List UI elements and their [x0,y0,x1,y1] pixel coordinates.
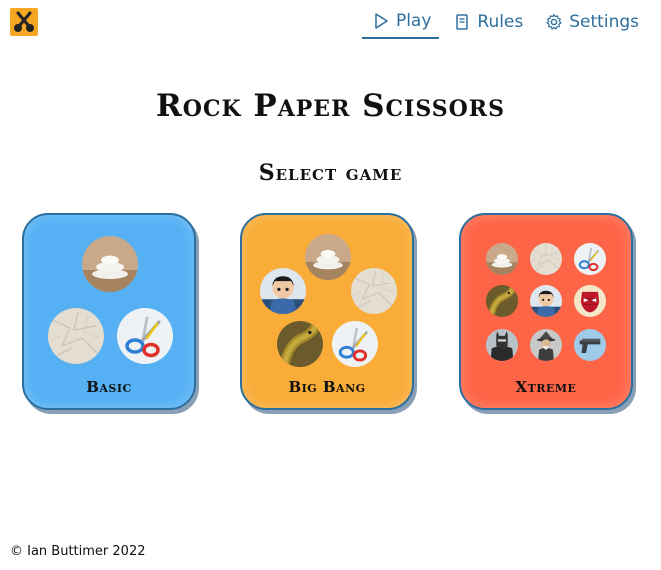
game-card-basic[interactable]: Basic [22,213,196,410]
paper-icon [48,308,104,364]
copyright-footer: © Ian Buttimer 2022 [10,544,146,559]
top-nav: Play Rules Settings [361,8,647,39]
game-card-label: Big Bang [288,378,366,396]
scissors-icon [574,243,606,275]
scissors-logo-icon [14,11,34,32]
game-card-label: Basic [86,378,132,396]
game-card-xtreme[interactable]: Xtreme [459,213,633,410]
rock-icon [305,234,351,280]
app-logo[interactable] [10,8,38,36]
paper-icon [530,243,562,275]
play-icon [375,13,388,29]
scissors-icon [332,321,378,367]
nav-settings-label: Settings [569,12,639,32]
nav-settings[interactable]: Settings [535,8,647,39]
lizard-icon [277,321,323,367]
scissors-icon [117,308,173,364]
gear-icon [546,13,562,30]
nav-play[interactable]: Play [361,8,440,39]
nav-rules[interactable]: Rules [443,8,531,39]
rock-icon [82,236,138,292]
spock-icon [530,285,562,317]
batman-icon [486,329,518,361]
wizard-icon [530,329,562,361]
page-subtitle: Select game [258,160,403,186]
nav-play-label: Play [395,11,432,31]
glock-icon [574,329,606,361]
game-card-label: Xtreme [515,378,577,396]
game-card-big-bang[interactable]: Big Bang [240,213,414,410]
book-icon [456,14,469,30]
paper-icon [351,268,397,314]
lizard-icon [486,285,518,317]
rock-icon [486,243,518,275]
spock-icon [260,268,306,314]
page-title: Rock Paper Scissors [156,88,505,124]
spider-man-icon [574,285,606,317]
nav-rules-label: Rules [477,12,524,32]
